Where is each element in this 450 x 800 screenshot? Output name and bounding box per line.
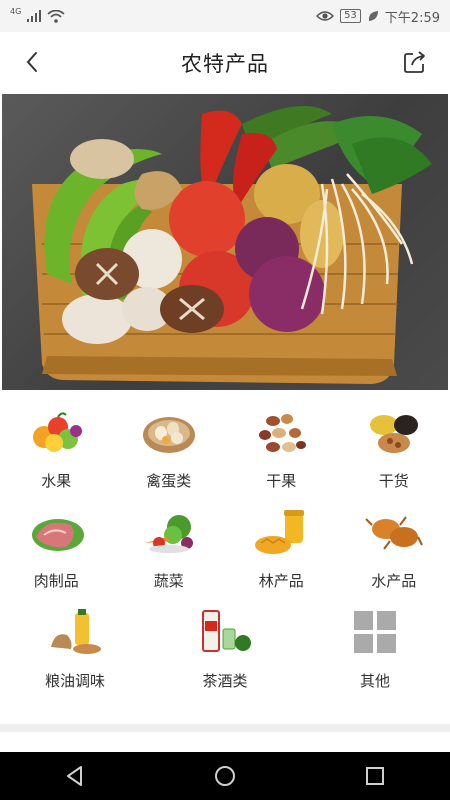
page-header: 农特产品: [0, 32, 450, 94]
clock: 下午2:59: [384, 10, 440, 26]
category-label: 肉制品: [33, 572, 79, 590]
category-grain-oil[interactable]: 粮油调味: [0, 604, 150, 691]
category-forest-products[interactable]: 林产品: [225, 504, 338, 591]
triangle-back-icon: [67, 766, 82, 786]
category-other[interactable]: 其他: [300, 604, 450, 691]
category-row-3: 粮油调味 茶酒类 其他: [0, 604, 450, 691]
category-label: 水产品: [371, 572, 417, 590]
fruit-icon: [24, 404, 88, 460]
category-label: 林产品: [258, 572, 304, 590]
nav-back-button[interactable]: [55, 756, 95, 796]
page-title: 农特产品: [181, 52, 269, 76]
category-label: 蔬菜: [153, 572, 184, 590]
section-divider: [0, 724, 450, 732]
nav-recents-button[interactable]: [355, 756, 395, 796]
square-recents-icon: [366, 767, 384, 785]
eggs-icon: [137, 404, 201, 460]
nav-home-button[interactable]: [205, 756, 245, 796]
share-icon: [404, 51, 425, 73]
category-vegetables[interactable]: 蔬菜: [113, 504, 226, 591]
grain-oil-icon: [43, 604, 107, 660]
back-button[interactable]: [18, 47, 48, 77]
category-nuts[interactable]: 干果: [225, 404, 338, 491]
wifi-icon: [47, 9, 65, 23]
vegetables-icon: [137, 504, 201, 560]
leaf-icon: [368, 11, 378, 21]
dried-goods-icon: [362, 404, 426, 460]
grid-other-icon: [343, 604, 407, 660]
status-bar: 4G 53 下午2:59: [0, 0, 450, 32]
meat-icon: [24, 504, 88, 560]
honey-icon: [249, 504, 313, 560]
category-row-2: 肉制品 蔬菜 林产品 水产品: [0, 504, 450, 591]
tea-liquor-icon: [193, 604, 257, 660]
category-eggs[interactable]: 禽蛋类: [113, 404, 226, 491]
category-dried-goods[interactable]: 干货: [338, 404, 450, 491]
signal-icon: [27, 10, 42, 22]
category-label: 其他: [359, 672, 390, 690]
category-label: 粮油调味: [44, 672, 105, 690]
category-fruit[interactable]: 水果: [0, 404, 113, 491]
network-type: 4G: [10, 6, 22, 16]
category-tea-liquor[interactable]: 茶酒类: [150, 604, 300, 691]
category-meat[interactable]: 肉制品: [0, 504, 113, 591]
category-label: 干货: [378, 472, 409, 490]
seafood-icon: [362, 504, 426, 560]
category-label: 干果: [266, 472, 297, 490]
category-label: 茶酒类: [202, 672, 248, 690]
share-button[interactable]: [402, 49, 428, 75]
nuts-icon: [249, 404, 313, 460]
category-label: 禽蛋类: [146, 472, 192, 490]
back-arrow-icon: [26, 52, 37, 72]
circle-home-icon: [215, 766, 235, 786]
category-label: 水果: [41, 472, 72, 490]
category-seafood[interactable]: 水产品: [338, 504, 450, 591]
system-nav-bar: [0, 752, 450, 800]
eye-icon: [316, 11, 335, 21]
category-row-1: 水果 禽蛋类 干果 干货: [0, 404, 450, 491]
banner-image[interactable]: [2, 94, 448, 390]
battery-level: 53: [340, 9, 361, 23]
